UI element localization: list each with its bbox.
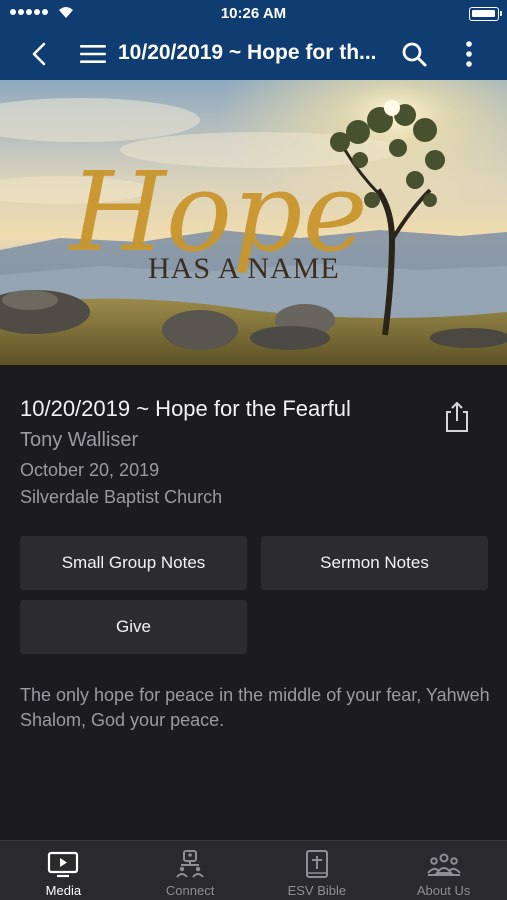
hamburger-menu-icon[interactable] xyxy=(78,40,108,68)
tab-media[interactable]: Media xyxy=(0,841,127,900)
back-icon[interactable] xyxy=(26,40,54,68)
sermon-description: The only hope for peace in the middle of… xyxy=(20,685,490,730)
sermon-artwork: Hope HAS A NAME xyxy=(0,80,507,365)
tv-icon xyxy=(48,851,79,878)
tab-bar: Media Connect ESV Bible About Us xyxy=(0,840,507,900)
status-bar: 10:26 AM xyxy=(0,0,507,28)
hero-caps-title: HAS A NAME xyxy=(148,252,340,285)
tab-about-us[interactable]: About Us xyxy=(380,841,507,900)
church-name: Silverdale Baptist Church xyxy=(20,487,223,507)
sermon-details: 10/20/2019 ~ Hope for the Fearful Tony W… xyxy=(20,395,440,511)
people-connect-icon xyxy=(176,850,204,878)
tab-esv-bible[interactable]: ESV Bible xyxy=(254,841,381,900)
share-icon[interactable] xyxy=(443,400,471,434)
tab-label-about-us: About Us xyxy=(416,883,471,898)
search-icon[interactable] xyxy=(400,40,428,68)
small-group-notes-button[interactable]: Small Group Notes xyxy=(20,536,247,590)
page-title: 10/20/2019 ~ Hope for th... xyxy=(118,41,377,64)
more-options-icon[interactable] xyxy=(455,38,483,70)
tab-label-esv-bible: ESV Bible xyxy=(287,883,347,898)
nav-bar: 10/20/2019 ~ Hope for th... xyxy=(0,28,507,80)
tab-label-media: Media xyxy=(45,883,82,898)
sermon-date: October 20, 2019 xyxy=(20,460,160,480)
give-button[interactable]: Give xyxy=(20,600,247,654)
sermon-notes-button[interactable]: Sermon Notes xyxy=(261,536,488,590)
tab-connect[interactable]: Connect xyxy=(127,841,254,900)
sermon-title: 10/20/2019 ~ Hope for the Fearful xyxy=(20,396,351,421)
status-time: 10:26 AM xyxy=(220,5,287,22)
battery-icon xyxy=(469,7,502,21)
bible-icon xyxy=(305,850,328,878)
tab-label-connect: Connect xyxy=(165,883,215,898)
group-icon xyxy=(426,853,461,876)
speaker-name: Tony Walliser xyxy=(20,429,139,451)
